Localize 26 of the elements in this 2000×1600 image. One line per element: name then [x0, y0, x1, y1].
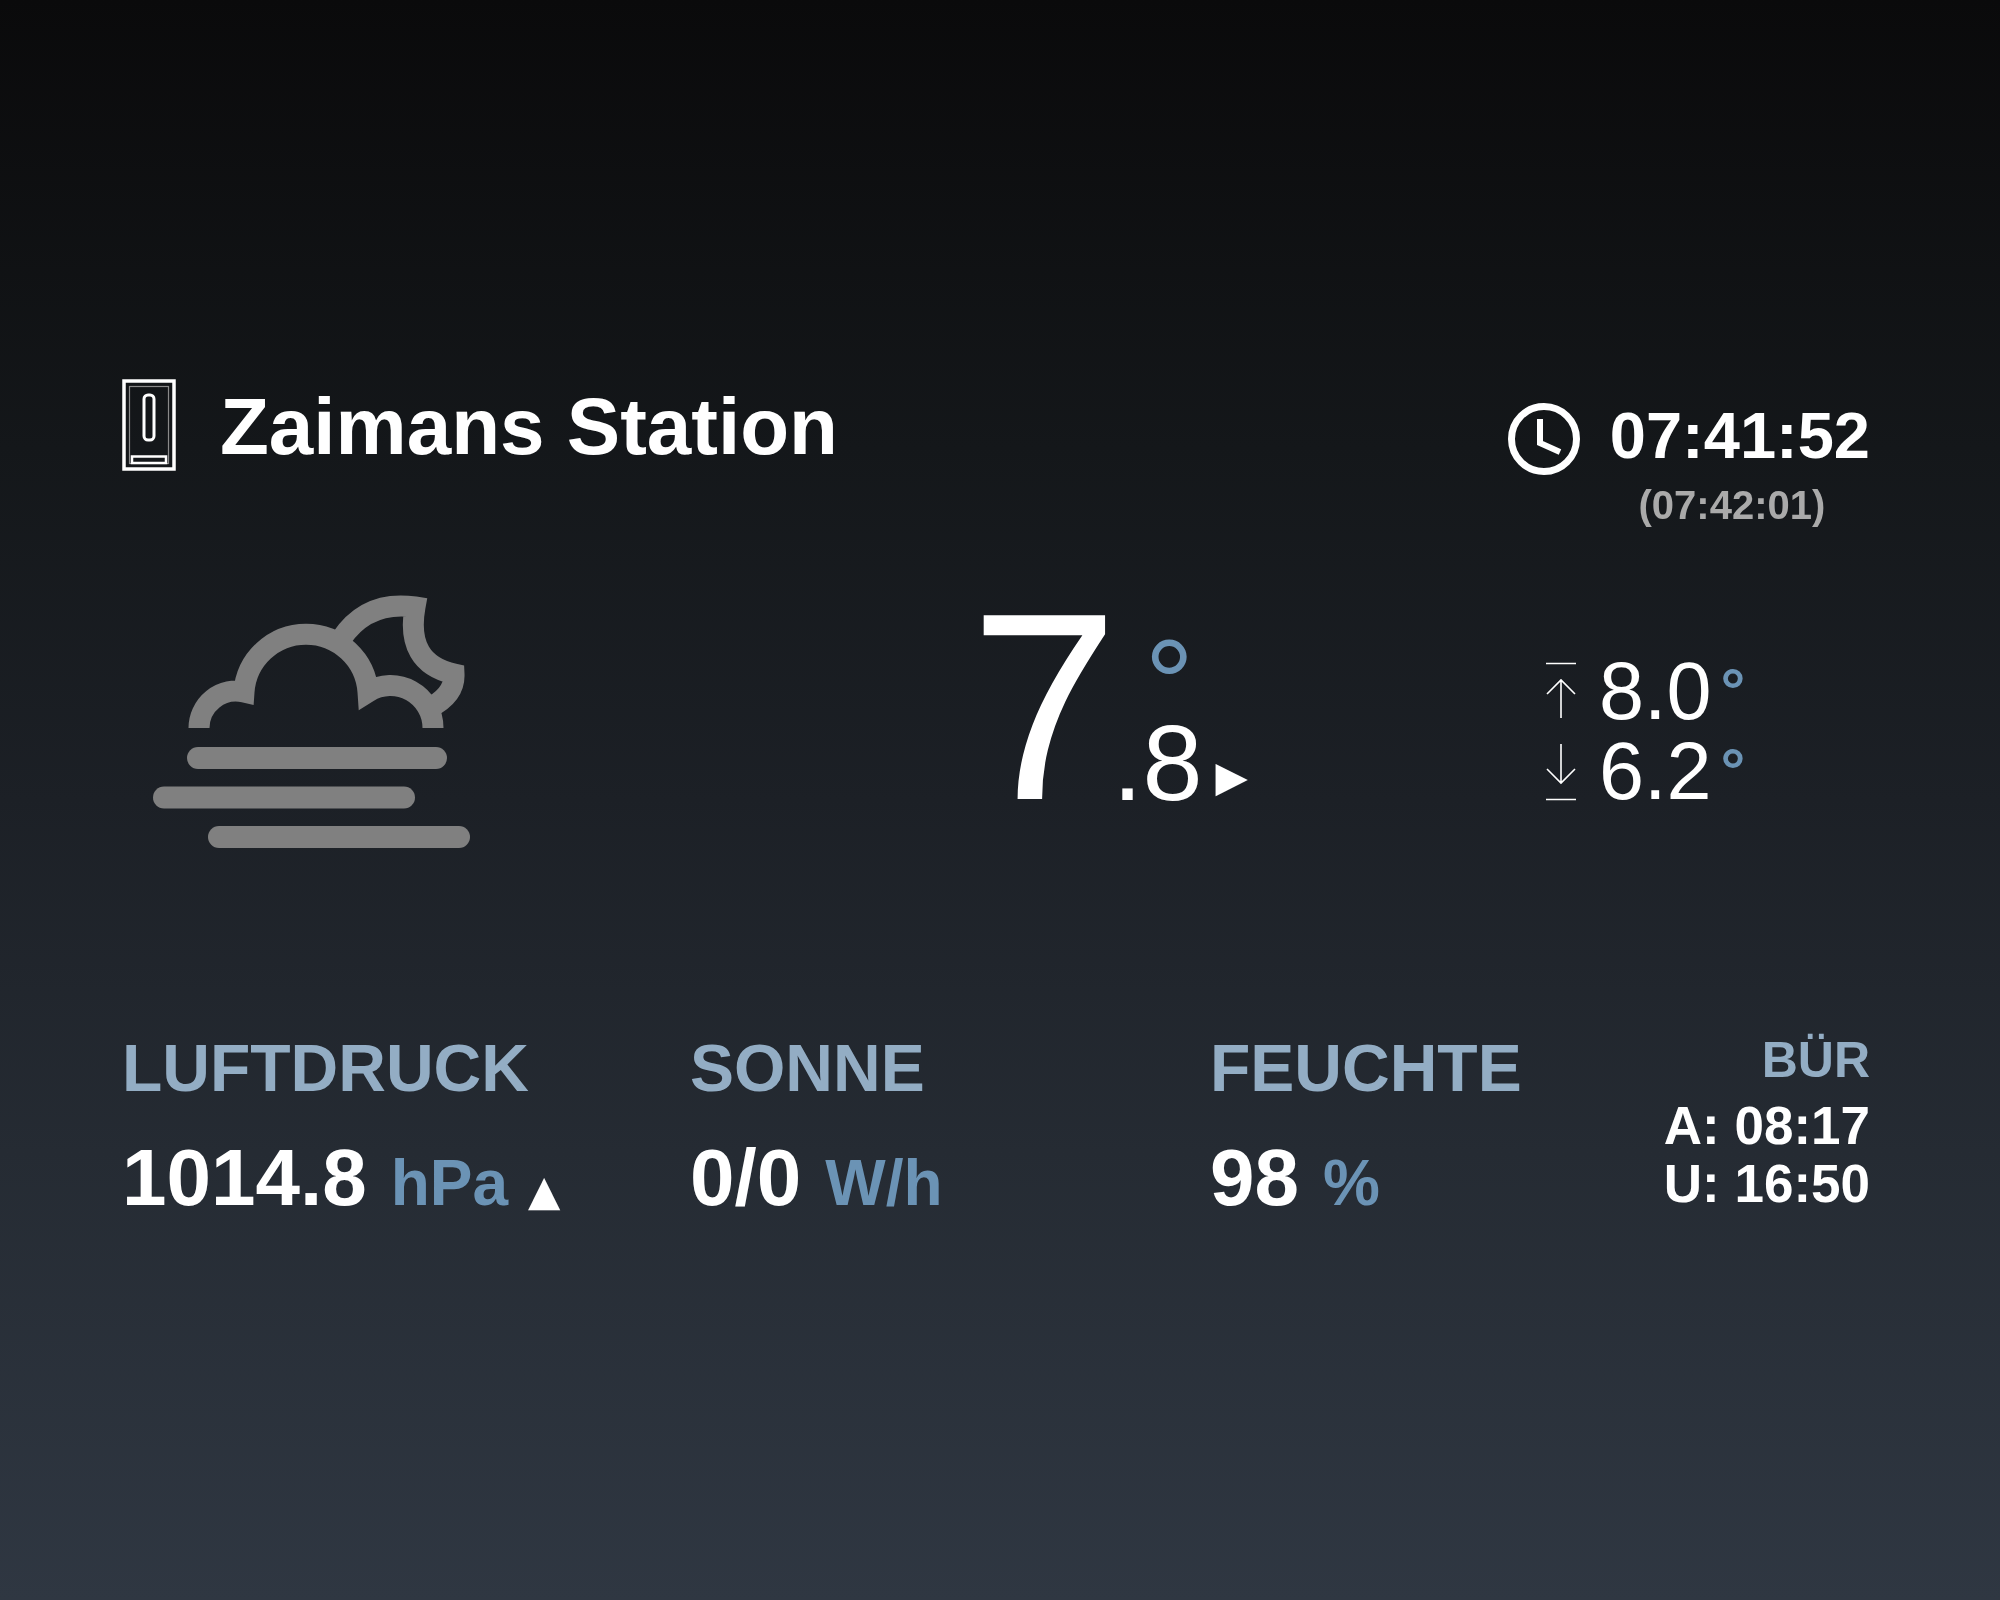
reading-value: 0/0	[690, 1138, 802, 1218]
sunrise-time: A: 08:17	[1663, 1097, 1870, 1156]
current-time: 07:41:52	[1609, 403, 1870, 468]
trend-indicator: ▲	[528, 1170, 561, 1212]
degree-sign: °	[1720, 748, 1746, 767]
reading-label: FEUCHTE	[1210, 1035, 1522, 1101]
arrow-up-to-line-icon	[1544, 662, 1578, 719]
reading-label: SONNE	[690, 1035, 925, 1101]
high-temperature: 8.0	[1599, 651, 1712, 731]
sun-label: BÜR	[1761, 1035, 1870, 1085]
low-temperature: 6.2	[1599, 731, 1712, 811]
trend-indicator: ▶	[1215, 756, 1248, 798]
degree-sign: °	[1144, 637, 1195, 675]
arrow-down-to-line-icon	[1544, 744, 1578, 801]
reading-unit: hPa	[390, 1151, 509, 1215]
reading-unit: W/h	[825, 1151, 943, 1215]
reading-value: 1014.8	[122, 1138, 367, 1218]
update-time: (07:42:01)	[1638, 485, 1826, 525]
station-title: Zaimans Station	[220, 387, 838, 467]
device-icon	[122, 379, 176, 471]
clock-icon	[1507, 403, 1580, 475]
reading-label: LUFTDRUCK	[122, 1035, 529, 1101]
degree-sign: °	[1720, 668, 1746, 687]
sunset-time: U: 16:50	[1663, 1155, 1870, 1214]
reading-value: 98	[1210, 1138, 1299, 1218]
reading-unit: %	[1323, 1151, 1380, 1215]
